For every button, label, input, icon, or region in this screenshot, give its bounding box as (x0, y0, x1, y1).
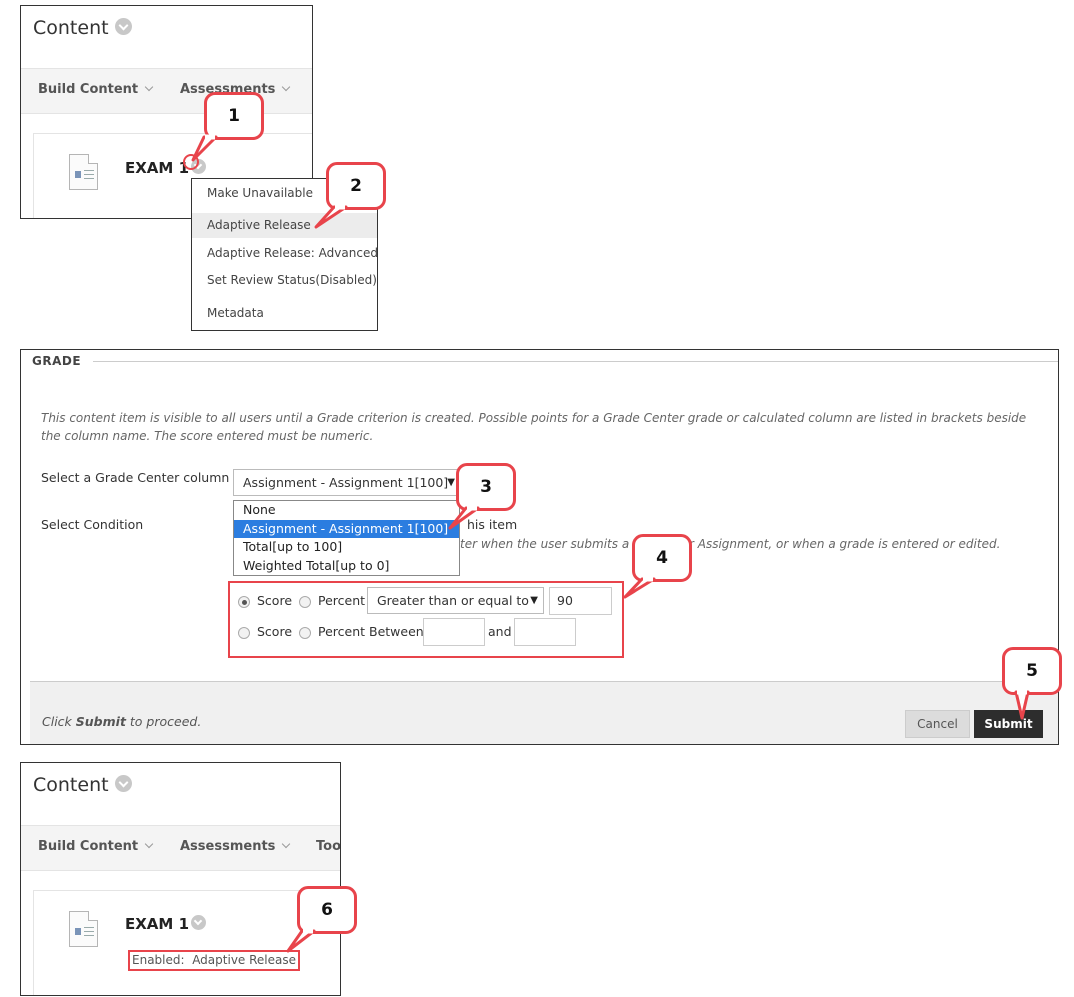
callout-1-pointer (183, 134, 218, 170)
build-content-menu[interactable]: Build Content (38, 82, 154, 97)
callout-1: 1 (204, 92, 264, 140)
adaptive-release-status: Enabled: Adaptive Release (128, 950, 300, 971)
option-weighted-total[interactable]: Weighted Total[up to 0] (234, 557, 459, 576)
build-content-menu[interactable]: Build Content (38, 839, 154, 854)
section-divider (93, 361, 1058, 362)
menu-item-metadata[interactable]: Metadata (192, 301, 377, 326)
callout-2-pointer (314, 204, 348, 229)
callout-3: 3 (456, 463, 516, 511)
callout-4: 4 (632, 534, 692, 582)
option-assignment-1[interactable]: Assignment - Assignment 1[100] (234, 519, 459, 539)
chevron-down-icon[interactable] (114, 775, 132, 792)
page-title: Content (33, 774, 132, 796)
grade-column-select[interactable]: Assignment - Assignment 1[100] ▼ (233, 469, 461, 496)
chevron-down-icon (282, 839, 291, 849)
chevron-down-icon[interactable] (114, 18, 132, 35)
condition-text-3: r Assignment, or when a grade is entered… (689, 537, 1001, 551)
content-toolbar: Build Content Assessments (21, 68, 312, 114)
condition-label: Select Condition (41, 517, 144, 532)
cancel-button[interactable]: Cancel (905, 710, 970, 738)
chevron-down-icon (144, 82, 154, 92)
option-total[interactable]: Total[up to 100] (234, 538, 459, 557)
grade-section-label: GRADE (32, 354, 82, 368)
menu-item-set-review-status[interactable]: Set Review Status(Disabled) (192, 268, 377, 293)
condition-highlight-box (228, 581, 624, 658)
dropdown-arrow-icon: ▼ (447, 477, 455, 488)
callout-2: 2 (326, 162, 386, 210)
chevron-down-icon (282, 82, 291, 92)
document-icon (69, 154, 98, 190)
condition-text-2: ter when the user submits a Tes (460, 537, 653, 551)
item-title[interactable]: EXAM 1 (125, 915, 207, 933)
assessments-menu[interactable]: Assessments (180, 839, 291, 854)
item-chevron-icon[interactable] (191, 915, 207, 930)
callout-6: 6 (297, 886, 357, 934)
callout-4-pointer (623, 576, 656, 599)
callout-3-pointer (448, 505, 480, 530)
tools-menu[interactable]: Too (316, 839, 340, 854)
menu-item-adaptive-release-advanced[interactable]: Adaptive Release: Advanced (192, 241, 378, 266)
proceed-instruction: Click Submit to proceed. (42, 714, 202, 729)
grade-column-dropdown: None Assignment - Assignment 1[100] Tota… (233, 500, 460, 576)
callout-6-pointer (286, 928, 316, 953)
content-panel-bottom: Content Build Content Assessments Too EX… (20, 762, 341, 996)
column-label: Select a Grade Center column (41, 470, 230, 485)
chevron-down-icon (144, 839, 154, 849)
page-title: Content (33, 17, 132, 39)
grade-help-text: This content item is visible to all user… (41, 411, 1027, 443)
content-toolbar: Build Content Assessments Too (21, 825, 340, 871)
document-icon (69, 911, 98, 947)
option-none[interactable]: None (234, 501, 459, 520)
callout-5: 5 (1002, 647, 1062, 695)
grade-panel: GRADE This content item is visible to al… (20, 349, 1059, 745)
callout-5-pointer (1014, 689, 1030, 720)
submit-bar: Click Submit to proceed. Cancel Submit (30, 681, 1058, 744)
